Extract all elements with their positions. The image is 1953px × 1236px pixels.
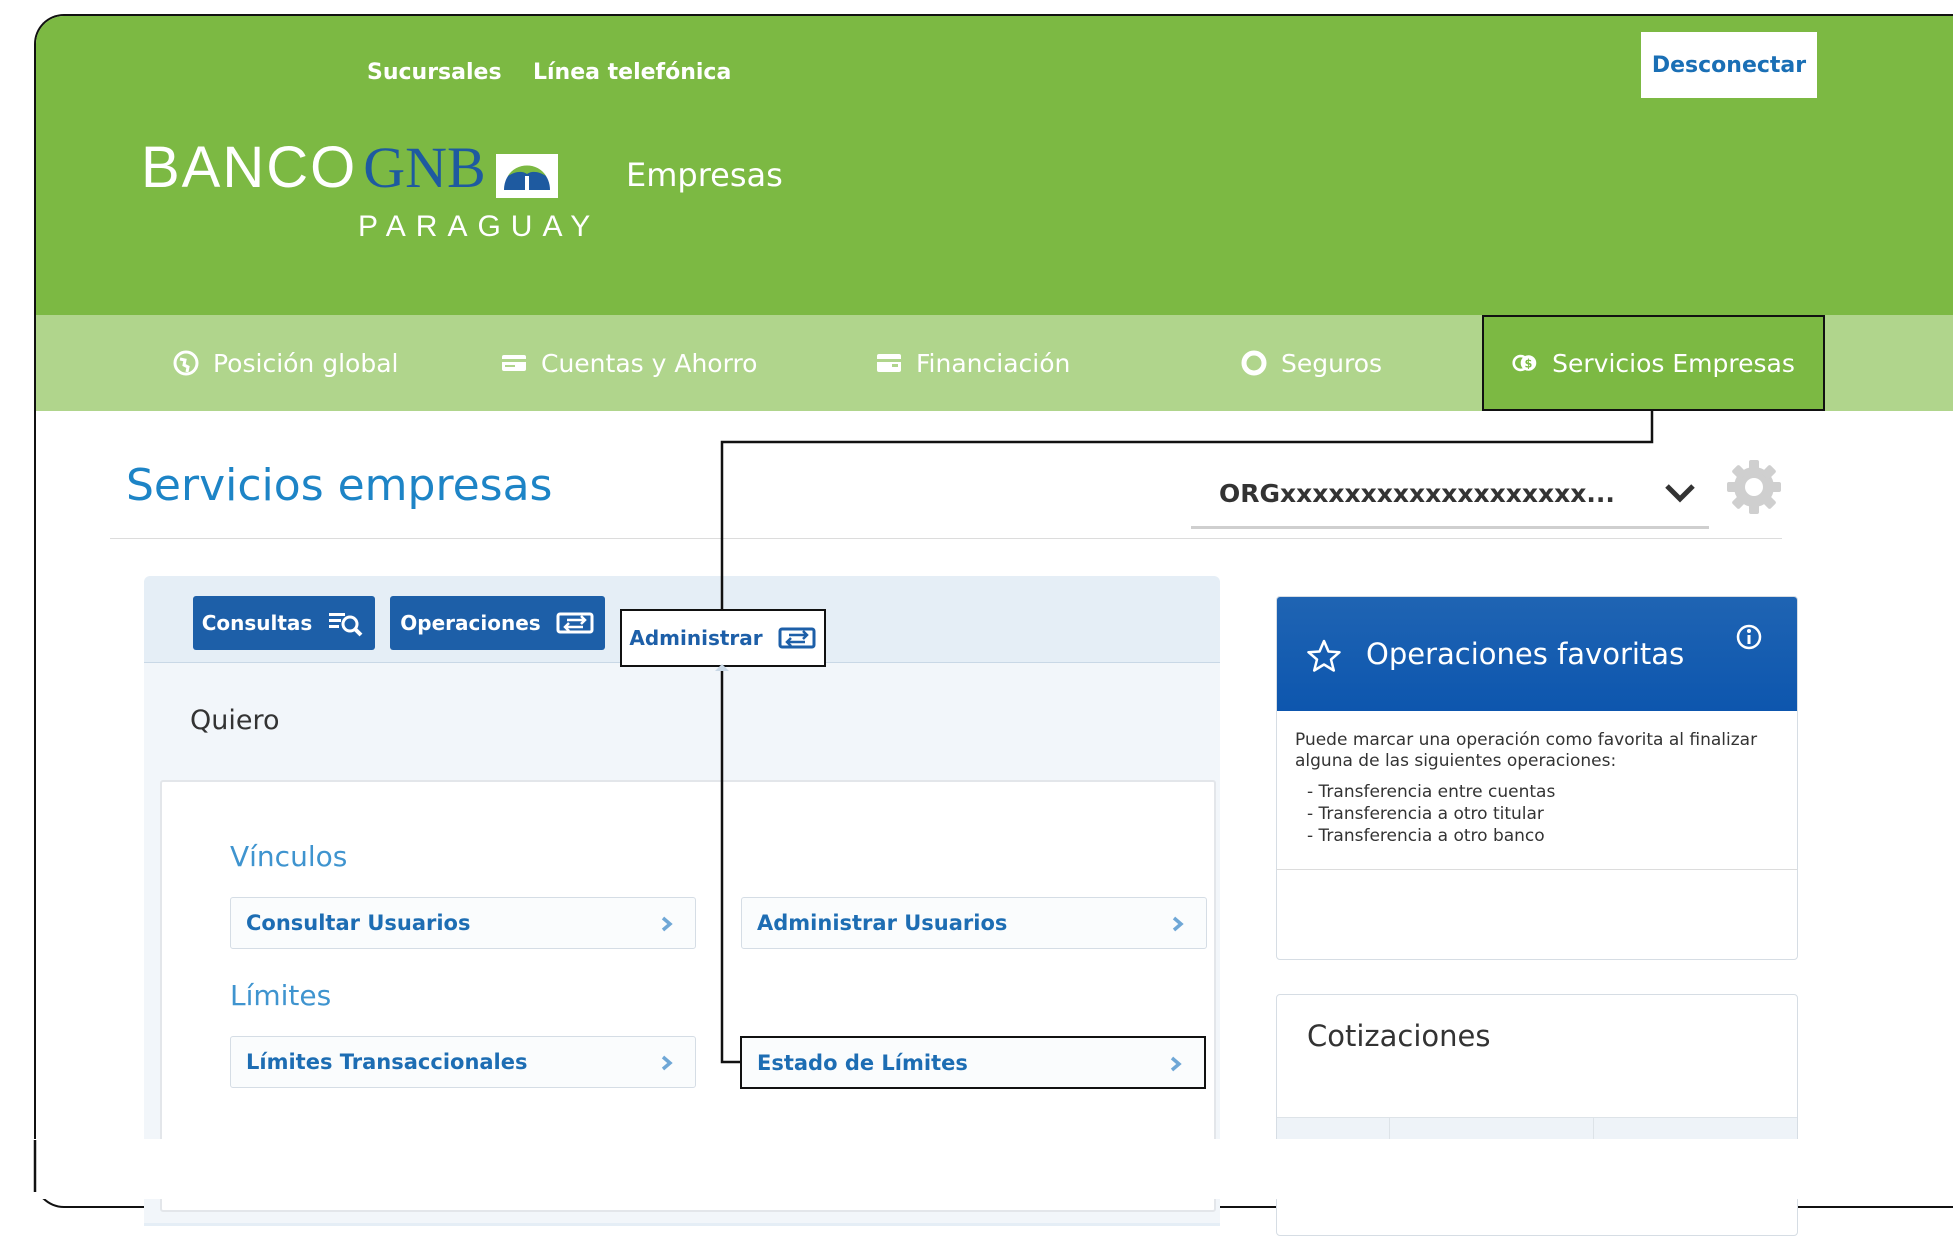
- chevron-right-icon: [1170, 1056, 1182, 1072]
- bank-logo[interactable]: BANCO GNB PARAGUAY: [141, 134, 590, 243]
- exchange-rates-title: Cotizaciones: [1307, 1019, 1491, 1053]
- nav-item-business-services[interactable]: $ Servicios Empresas: [1482, 315, 1825, 411]
- lifebuoy-icon: [1241, 350, 1267, 376]
- coins-icon: $: [1512, 354, 1537, 372]
- nav-item-label: Cuentas y Ahorro: [541, 348, 758, 378]
- nav-item-label: Servicios Empresas: [1552, 348, 1795, 378]
- link-label: Administrar Usuarios: [757, 911, 1008, 935]
- wallet-icon: [877, 354, 901, 372]
- links-section-title: Vínculos: [230, 840, 348, 873]
- tab-label: Administrar: [629, 626, 763, 650]
- page-title: Servicios empresas: [126, 460, 553, 511]
- limits-section-title: Límites: [230, 979, 332, 1012]
- favorites-header: Operaciones favoritas: [1277, 597, 1797, 711]
- chevron-down-icon: [1665, 484, 1695, 503]
- limits-status-button[interactable]: Estado de Límites: [740, 1036, 1206, 1089]
- organization-selector[interactable]: ORGxxxxxxxxxxxxxxxxxxx...: [1191, 460, 1709, 529]
- chevron-right-icon: [661, 1055, 673, 1071]
- svg-text:$: $: [1525, 357, 1533, 370]
- link-label: Estado de Límites: [757, 1050, 968, 1075]
- tab-consultas[interactable]: Consultas: [193, 596, 375, 650]
- chevron-right-icon: [661, 916, 673, 932]
- list-item: - Transferencia a otro banco: [1307, 826, 1545, 846]
- title-divider: [110, 538, 1782, 539]
- favorites-title: Operaciones favoritas: [1366, 637, 1685, 671]
- globe-icon: [173, 350, 199, 376]
- link-label: Consultar Usuarios: [246, 911, 471, 935]
- card-icon: [502, 355, 526, 371]
- tab-label: Consultas: [201, 611, 313, 635]
- transfer-icon: [778, 627, 816, 649]
- organization-value: ORGxxxxxxxxxxxxxxxxxxx...: [1219, 478, 1615, 508]
- nav-item-label: Posición global: [213, 348, 399, 378]
- list-item: - Transferencia a otro titular: [1307, 804, 1544, 824]
- transfer-icon: [556, 612, 594, 634]
- favorites-panel: Operaciones favoritas Puede marcar una o…: [1276, 596, 1798, 960]
- transaction-limits-button[interactable]: Límites Transaccionales: [230, 1036, 696, 1088]
- tab-label: Operaciones: [400, 611, 541, 635]
- link-label: Límites Transaccionales: [246, 1050, 528, 1074]
- exchange-rates-panel: Cotizaciones EFECTIVO Home Banking: [1276, 994, 1798, 1236]
- search-list-icon: [329, 613, 363, 637]
- tab-operaciones[interactable]: Operaciones: [390, 596, 605, 650]
- gear-icon[interactable]: [1725, 458, 1783, 516]
- favorites-description: Puede marcar una operación como favorita…: [1295, 730, 1758, 771]
- info-icon[interactable]: [1735, 623, 1763, 651]
- nav-item-insurance[interactable]: Seguros: [1241, 315, 1382, 411]
- phone-line-link[interactable]: Línea telefónica: [533, 60, 731, 85]
- nav-item-financing[interactable]: Financiación: [876, 315, 1070, 411]
- logo-gnb-text: GNB: [363, 135, 486, 200]
- logo-country-text: PARAGUAY: [358, 210, 601, 243]
- nav-item-accounts[interactable]: Cuentas y Ahorro: [501, 315, 757, 411]
- list-item: - Transferencia entre cuentas: [1307, 782, 1556, 802]
- consult-users-button[interactable]: Consultar Usuarios: [230, 897, 696, 949]
- divider: [1277, 869, 1797, 870]
- tree-logo-icon: [495, 154, 558, 198]
- page-bottom: [0, 1139, 1953, 1199]
- chevron-right-icon: [1172, 916, 1184, 932]
- star-icon[interactable]: [1307, 639, 1341, 673]
- nav-item-label: Seguros: [1281, 348, 1383, 378]
- tab-administrar[interactable]: Administrar: [620, 609, 826, 667]
- main-nav: Posición global Cuentas y Ahorro Financi…: [36, 315, 1953, 411]
- i-want-heading: Quiero: [190, 705, 280, 736]
- branches-link[interactable]: Sucursales: [367, 60, 502, 85]
- manage-users-button[interactable]: Administrar Usuarios: [741, 897, 1207, 949]
- favorites-operations-list: - Transferencia entre cuentas - Transfer…: [1307, 781, 1555, 847]
- logo-banco-text: BANCO: [141, 135, 358, 200]
- nav-item-label: Financiación: [916, 348, 1071, 378]
- nav-item-global-position[interactable]: Posición global: [173, 315, 398, 411]
- section-label: Empresas: [626, 156, 783, 194]
- disconnect-button[interactable]: Desconectar: [1641, 32, 1817, 98]
